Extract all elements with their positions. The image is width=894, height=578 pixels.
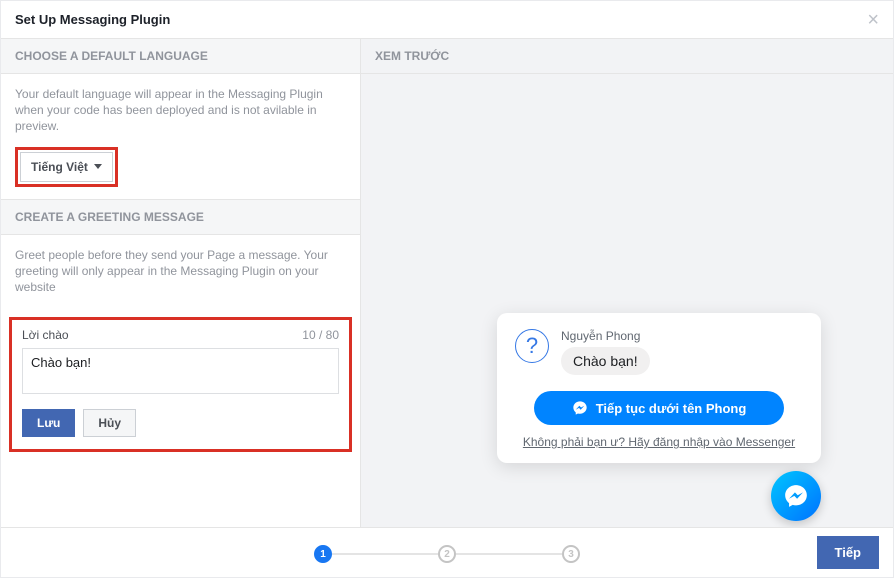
greeting-field-label: Lời chào	[22, 328, 69, 342]
step-indicator-1[interactable]: 1	[314, 545, 332, 563]
not-you-link[interactable]: Không phải bạn ư? Hãy đăng nhập vào Mess…	[523, 435, 795, 449]
greeting-section-header: CREATE A GREETING MESSAGE	[1, 199, 360, 235]
greeting-help-text: Greet people before they send your Page …	[15, 247, 346, 296]
not-you-row: Không phải bạn ư? Hãy đăng nhập vào Mess…	[515, 435, 803, 449]
avatar-placeholder-icon: ?	[515, 329, 549, 363]
preview-panel: XEM TRƯỚC ? Nguyễn Phong Chào bạn! Tiếp …	[361, 39, 893, 527]
messenger-icon	[572, 400, 588, 416]
setup-dialog: Set Up Messaging Plugin × CHOOSE A DEFAU…	[0, 0, 894, 578]
settings-panel: CHOOSE A DEFAULT LANGUAGE Your default l…	[1, 39, 361, 527]
greeting-input[interactable]	[22, 348, 339, 394]
highlight-box: Lời chào 10 / 80 Lưu Hủy	[9, 317, 352, 452]
continue-button-label: Tiếp tục dưới tên Phong	[596, 401, 747, 416]
dialog-body: CHOOSE A DEFAULT LANGUAGE Your default l…	[1, 39, 893, 527]
chat-preview-card: ? Nguyễn Phong Chào bạn! Tiếp tục dưới t…	[497, 313, 821, 463]
preview-header: XEM TRƯỚC	[361, 39, 893, 74]
step-indicator-2[interactable]: 2	[438, 545, 456, 563]
messenger-icon	[783, 483, 809, 509]
save-button[interactable]: Lưu	[22, 409, 75, 437]
greeting-section-body: Greet people before they send your Page …	[1, 235, 360, 308]
chevron-down-icon	[94, 164, 102, 169]
language-selected-label: Tiếng Việt	[31, 159, 88, 175]
dialog-title: Set Up Messaging Plugin	[15, 12, 170, 27]
preview-user-name: Nguyễn Phong	[561, 329, 650, 343]
highlight-box: Tiếng Việt	[15, 147, 118, 187]
cancel-button[interactable]: Hủy	[83, 409, 136, 437]
next-button[interactable]: Tiếp	[817, 536, 880, 569]
language-section-header: CHOOSE A DEFAULT LANGUAGE	[1, 39, 360, 74]
language-help-text: Your default language will appear in the…	[15, 86, 346, 135]
language-section-body: Your default language will appear in the…	[1, 74, 360, 199]
step-line	[456, 553, 562, 555]
continue-button[interactable]: Tiếp tục dưới tên Phong	[534, 391, 784, 425]
language-dropdown[interactable]: Tiếng Việt	[20, 152, 113, 182]
step-indicator-3[interactable]: 3	[562, 545, 580, 563]
messenger-fab[interactable]	[771, 471, 821, 521]
step-line	[332, 553, 438, 555]
wizard-steps: 1 2 3	[314, 545, 580, 563]
close-icon[interactable]: ×	[867, 10, 879, 30]
preview-greeting-bubble: Chào bạn!	[561, 347, 650, 375]
char-counter: 10 / 80	[302, 328, 339, 342]
titlebar: Set Up Messaging Plugin ×	[1, 1, 893, 39]
